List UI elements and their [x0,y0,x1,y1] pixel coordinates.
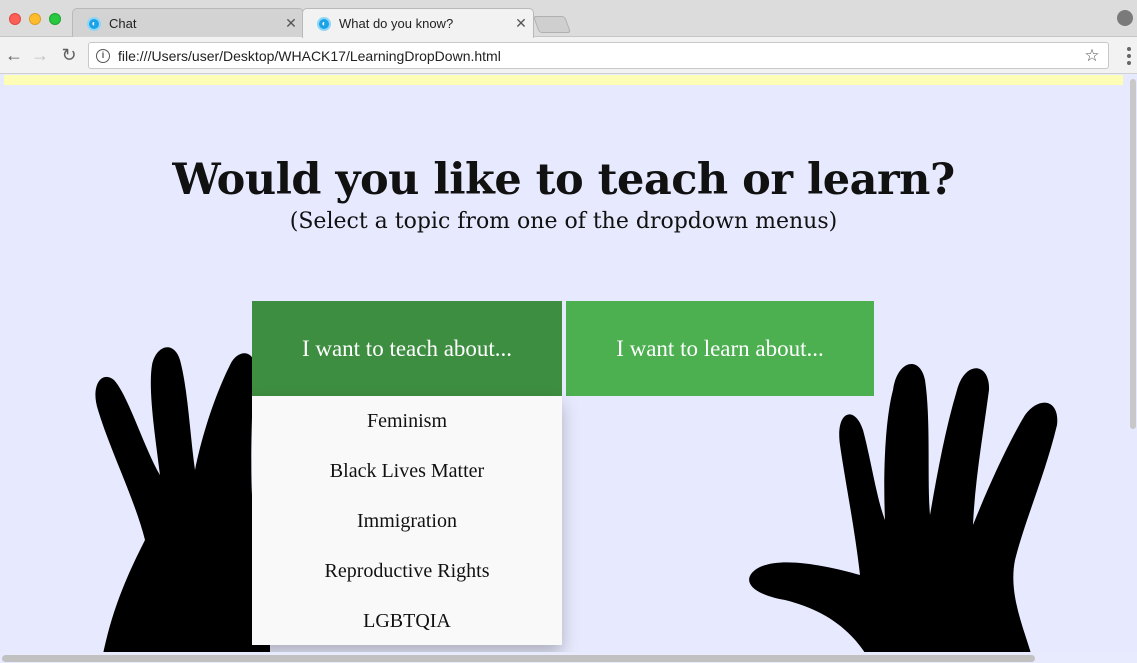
tab-title: What do you know? [339,16,454,31]
left-hand-image [95,347,270,663]
tab-title: Chat [109,16,137,31]
info-icon[interactable]: i [96,48,110,63]
new-tab-button[interactable] [532,16,572,33]
tab-chat[interactable]: ◐ Chat ✕ [72,8,304,38]
page-subtitle: (Select a topic from one of the dropdown… [289,209,838,234]
menu-item-feminism[interactable]: Feminism [252,396,562,446]
tab-close-icon[interactable]: ✕ [509,15,533,32]
vertical-scrollbar[interactable] [1130,79,1136,429]
minimize-window-button[interactable] [29,13,41,25]
tab-strip: ◐ Chat ✕ ◐ What do you know? ✕ [0,0,1137,38]
right-hand-image [749,364,1058,663]
fullscreen-window-button[interactable] [49,13,61,25]
close-window-button[interactable] [9,13,21,25]
page-title: Would you like to teach or learn? [172,155,955,205]
menu-icon[interactable] [1127,47,1131,65]
teach-dropdown-menu: Feminism Black Lives Matter Immigration … [252,396,562,645]
browser-toolbar: ← → ↻ i file:///Users/user/Desktop/WHACK… [0,37,1137,74]
url-text[interactable]: file:///Users/user/Desktop/WHACK17/Learn… [118,48,1080,64]
learn-dropdown-button[interactable]: I want to learn about... [566,301,874,396]
reload-icon[interactable]: ↻ [57,43,81,67]
notice-bar [4,75,1123,85]
tab-close-icon[interactable]: ✕ [279,15,303,32]
page-content: Would you like to teach or learn? (Selec… [0,75,1137,663]
forward-arrow-icon[interactable]: → [28,43,52,67]
menu-item-immigration[interactable]: Immigration [252,496,562,546]
address-bar[interactable]: i file:///Users/user/Desktop/WHACK17/Lea… [88,42,1109,69]
star-icon[interactable]: ☆ [1080,46,1104,66]
menu-item-lgbtqia[interactable]: LGBTQIA [252,596,562,646]
tab-what-do-you-know[interactable]: ◐ What do you know? ✕ [302,8,534,38]
profile-icon[interactable] [1117,10,1133,26]
back-arrow-icon[interactable]: ← [2,43,26,67]
menu-item-reproductive-rights[interactable]: Reproductive Rights [252,546,562,596]
teach-dropdown-button[interactable]: I want to teach about... [252,301,562,396]
favicon-icon: ◐ [317,16,331,31]
favicon-icon: ◐ [87,16,101,31]
menu-item-black-lives-matter[interactable]: Black Lives Matter [252,446,562,496]
horizontal-scrollbar[interactable] [2,655,1035,662]
